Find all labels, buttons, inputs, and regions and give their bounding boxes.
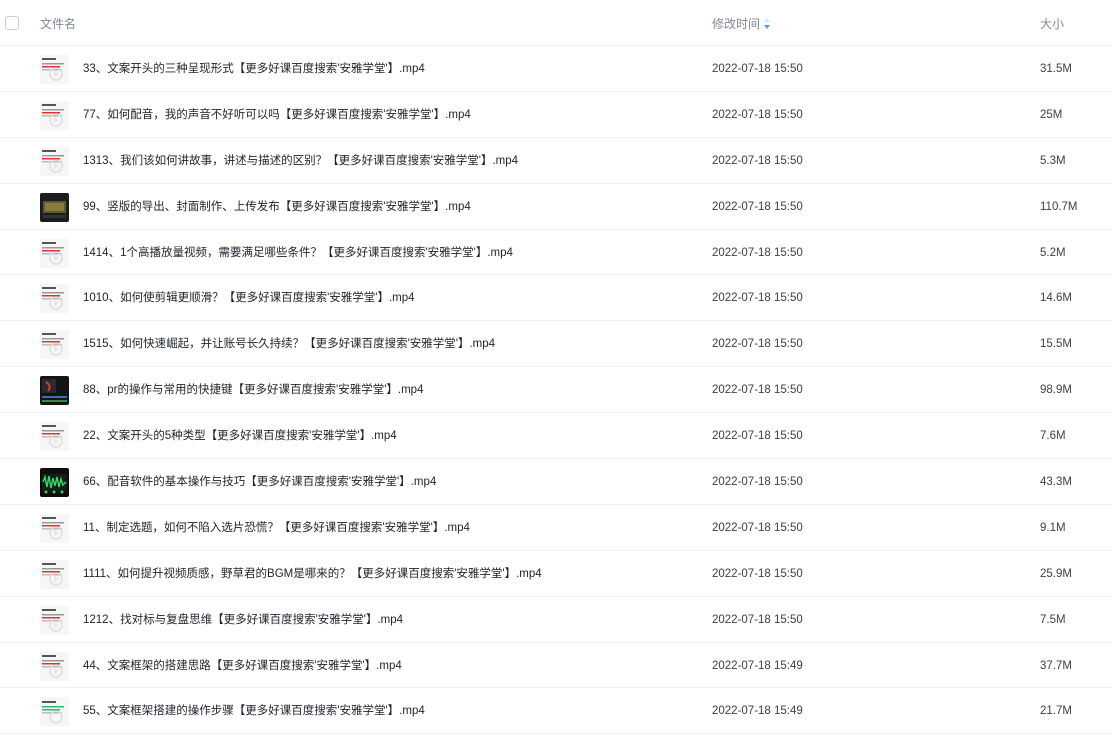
file-name[interactable]: 1313、我们该如何讲故事，讲述与描述的区别？【更多好课百度搜索'安雅学堂'】.…	[83, 153, 518, 169]
file-row[interactable]: 1212、找对标与复盘思维【更多好课百度搜索'安雅学堂'】.mp4 2022-07…	[0, 597, 1112, 643]
column-header-size[interactable]: 大小	[1040, 16, 1064, 32]
file-size: 98.9M	[1040, 384, 1072, 397]
file-size: 7.5M	[1040, 613, 1066, 626]
file-name[interactable]: 55、文案框架搭建的操作步骤【更多好课百度搜索'安雅学堂'】.mp4	[83, 703, 425, 719]
file-modified-time: 2022-07-18 15:50	[712, 154, 803, 167]
video-thumbnail-icon[interactable]	[40, 376, 69, 406]
file-size: 110.7M	[1040, 200, 1078, 213]
file-name[interactable]: 11、制定选题，如何不陷入选片恐慌？【更多好课百度搜索'安雅学堂'】.mp4	[83, 520, 470, 536]
file-name[interactable]: 1414、1个高播放量视频，需要满足哪些条件？【更多好课百度搜索'安雅学堂'】.…	[83, 245, 513, 261]
video-thumbnail-icon[interactable]	[40, 513, 69, 543]
file-size: 31.5M	[1040, 63, 1072, 75]
video-thumbnail-icon[interactable]	[40, 284, 69, 314]
file-modified-time: 2022-07-18 15:49	[712, 659, 803, 672]
file-name[interactable]: 66、配音软件的基本操作与技巧【更多好课百度搜索'安雅学堂'】.mp4	[83, 474, 436, 490]
file-modified-time: 2022-07-18 15:50	[712, 430, 803, 443]
file-row[interactable]: 11、制定选题，如何不陷入选片恐慌？【更多好课百度搜索'安雅学堂'】.mp4 20…	[0, 505, 1112, 551]
file-name[interactable]: 1212、找对标与复盘思维【更多好课百度搜索'安雅学堂'】.mp4	[83, 612, 403, 628]
file-row[interactable]: 1313、我们该如何讲故事，讲述与描述的区别？【更多好课百度搜索'安雅学堂'】.…	[0, 138, 1112, 184]
file-modified-time: 2022-07-18 15:50	[712, 108, 803, 121]
video-thumbnail-icon[interactable]	[40, 605, 69, 635]
video-thumbnail-icon[interactable]	[40, 422, 69, 452]
file-modified-time: 2022-07-18 15:50	[712, 567, 803, 580]
file-size: 43.3M	[1040, 476, 1072, 489]
column-header-modified[interactable]: 修改时间	[712, 16, 760, 32]
file-name[interactable]: 1010、如何使剪辑更顺滑？【更多好课百度搜索'安雅学堂'】.mp4	[83, 290, 415, 306]
file-row[interactable]: 1111、如何提升视频质感，野草君的BGM是哪来的？【更多好课百度搜索'安雅学堂…	[0, 551, 1112, 597]
file-name[interactable]: 1515、如何快速崛起，并让账号长久持续？【更多好课百度搜索'安雅学堂'】.mp…	[83, 336, 495, 352]
video-thumbnail-icon[interactable]	[40, 100, 69, 130]
file-size: 5.3M	[1040, 154, 1066, 167]
file-size: 9.1M	[1040, 521, 1066, 534]
file-name[interactable]: 33、文案开头的三种呈现形式【更多好课百度搜索'安雅学堂'】.mp4	[83, 61, 425, 77]
video-thumbnail-icon[interactable]	[40, 697, 69, 727]
file-size: 25.9M	[1040, 567, 1072, 580]
file-name[interactable]: 1111、如何提升视频质感，野草君的BGM是哪来的？【更多好课百度搜索'安雅学堂…	[83, 566, 542, 582]
file-modified-time: 2022-07-18 15:50	[712, 246, 803, 259]
file-size: 14.6M	[1040, 292, 1072, 305]
file-size: 21.7M	[1040, 705, 1072, 718]
file-modified-time: 2022-07-18 15:50	[712, 200, 803, 213]
file-row[interactable]: 22、文案开头的5种类型【更多好课百度搜索'安雅学堂'】.mp4 2022-07-…	[0, 413, 1112, 460]
video-thumbnail-icon[interactable]	[40, 559, 69, 589]
video-thumbnail-icon[interactable]	[40, 238, 69, 268]
file-modified-time: 2022-07-18 15:50	[712, 292, 803, 305]
column-header-name[interactable]: 文件名	[40, 16, 76, 32]
file-row[interactable]: 1010、如何使剪辑更顺滑？【更多好课百度搜索'安雅学堂'】.mp4 2022-0…	[0, 275, 1112, 322]
video-thumbnail-icon[interactable]	[40, 146, 69, 176]
file-modified-time: 2022-07-18 15:50	[712, 476, 803, 489]
file-size: 25M	[1040, 108, 1063, 121]
file-row[interactable]: 99、竖版的导出、封面制作、上传发布【更多好课百度搜索'安雅学堂'】.mp4 20…	[0, 184, 1112, 230]
file-row[interactable]: 55、文案框架搭建的操作步骤【更多好课百度搜索'安雅学堂'】.mp4 2022-0…	[0, 688, 1112, 735]
file-row[interactable]: 44、文案框架的搭建思路【更多好课百度搜索'安雅学堂'】.mp4 2022-07-…	[0, 643, 1112, 689]
file-modified-time: 2022-07-18 15:50	[712, 384, 803, 397]
file-name[interactable]: 44、文案框架的搭建思路【更多好课百度搜索'安雅学堂'】.mp4	[83, 658, 402, 674]
file-size: 7.6M	[1040, 430, 1066, 443]
file-row[interactable]: 1515、如何快速崛起，并让账号长久持续？【更多好课百度搜索'安雅学堂'】.mp…	[0, 321, 1112, 368]
file-row[interactable]: 1414、1个高播放量视频，需要满足哪些条件？【更多好课百度搜索'安雅学堂'】.…	[0, 230, 1112, 276]
video-thumbnail-icon[interactable]	[40, 55, 69, 84]
file-modified-time: 2022-07-18 15:50	[712, 613, 803, 626]
file-row[interactable]: 77、如何配音，我的声音不好听可以吗【更多好课百度搜索'安雅学堂'】.mp4 20…	[0, 92, 1112, 138]
file-name[interactable]: 77、如何配音，我的声音不好听可以吗【更多好课百度搜索'安雅学堂'】.mp4	[83, 107, 471, 123]
select-all-checkbox[interactable]	[5, 16, 19, 30]
video-thumbnail-icon[interactable]	[40, 192, 69, 222]
video-thumbnail-icon[interactable]	[40, 330, 69, 360]
sort-arrows-icon[interactable]	[763, 16, 771, 32]
file-row[interactable]: 33、文案开头的三种呈现形式【更多好课百度搜索'安雅学堂'】.mp4 2022-0…	[0, 46, 1112, 92]
file-size: 15.5M	[1040, 338, 1072, 351]
file-list: 33、文案开头的三种呈现形式【更多好课百度搜索'安雅学堂'】.mp4 2022-0…	[0, 46, 1112, 735]
video-thumbnail-icon[interactable]	[40, 651, 69, 681]
file-name[interactable]: 22、文案开头的5种类型【更多好课百度搜索'安雅学堂'】.mp4	[83, 428, 397, 444]
file-row[interactable]: 66、配音软件的基本操作与技巧【更多好课百度搜索'安雅学堂'】.mp4 2022-…	[0, 459, 1112, 505]
file-modified-time: 2022-07-18 15:50	[712, 521, 803, 534]
file-row[interactable]: 88、pr的操作与常用的快捷键【更多好课百度搜索'安雅学堂'】.mp4 2022-…	[0, 367, 1112, 414]
file-name[interactable]: 99、竖版的导出、封面制作、上传发布【更多好课百度搜索'安雅学堂'】.mp4	[83, 199, 471, 215]
file-modified-time: 2022-07-18 15:50	[712, 338, 803, 351]
file-name[interactable]: 88、pr的操作与常用的快捷键【更多好课百度搜索'安雅学堂'】.mp4	[83, 382, 423, 398]
file-list-header: 文件名 修改时间 大小	[0, 0, 1112, 46]
file-size: 37.7M	[1040, 659, 1072, 672]
video-thumbnail-icon[interactable]	[40, 468, 69, 498]
file-modified-time: 2022-07-18 15:50	[712, 63, 803, 75]
file-size: 5.2M	[1040, 246, 1066, 259]
file-modified-time: 2022-07-18 15:49	[712, 705, 803, 718]
